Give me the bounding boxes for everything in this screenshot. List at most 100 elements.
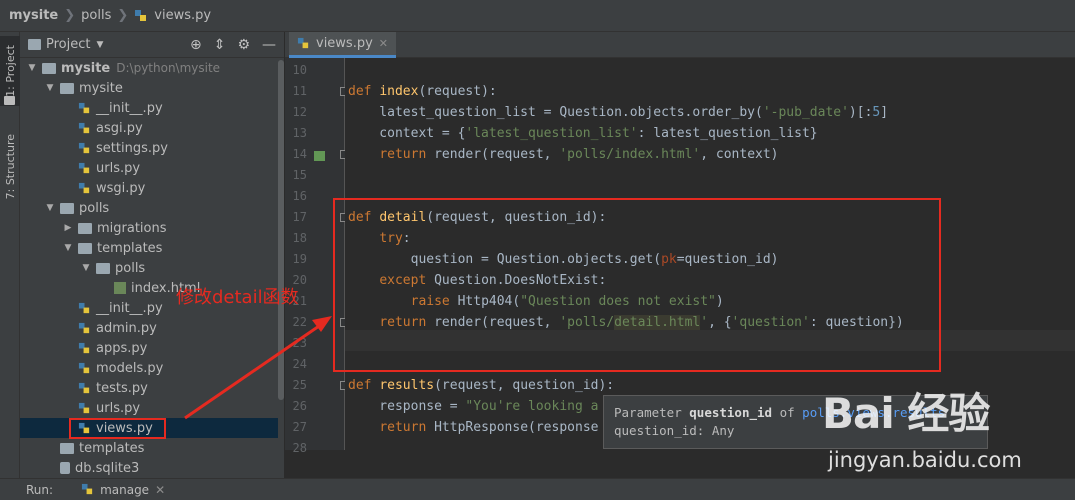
python-file-icon	[78, 102, 90, 113]
tree-item-py[interactable]: admin.py	[20, 318, 278, 338]
close-icon[interactable]: ✕	[379, 37, 388, 50]
chevron-down-icon[interactable]: ▼	[44, 83, 56, 93]
python-file-icon	[78, 322, 90, 333]
python-file-icon	[81, 483, 93, 495]
highlight-box-views-file	[69, 418, 166, 439]
breadcrumb-folder[interactable]: polls	[81, 8, 111, 23]
code-line: context = {'latest_question_list': lates…	[348, 126, 818, 141]
run-config-label: manage	[100, 482, 150, 497]
tab-structure-tool[interactable]: 7: Structure	[0, 122, 20, 212]
tree-item-path: D:\python\mysite	[116, 61, 221, 75]
tree-item-label: asgi.py	[96, 120, 143, 136]
line-number: 11	[292, 84, 307, 98]
tree-item-label: polls	[115, 260, 146, 276]
folder-icon	[78, 242, 92, 254]
baidu-watermark: Bai 经验 jingyan.baidu.com	[822, 380, 1072, 480]
tree-item-py[interactable]: settings.py	[20, 138, 278, 158]
run-label: Run:	[26, 482, 54, 497]
folder-icon	[4, 96, 15, 105]
tree-item-label: settings.py	[96, 140, 168, 156]
chevron-down-icon[interactable]: ▼	[80, 263, 92, 273]
chevron-down-icon[interactable]: ▼	[26, 63, 38, 73]
tree-item-py[interactable]: __init__.py	[20, 98, 278, 118]
line-number: 19	[292, 252, 307, 266]
tree-item-folder[interactable]: ▼ templates	[20, 238, 278, 258]
tree-item-db[interactable]: db.sqlite3	[20, 458, 278, 478]
python-file-icon	[78, 142, 90, 153]
tree-item-label: models.py	[96, 360, 164, 376]
project-panel-tools: ⊕ ⇕ ⚙ —	[190, 37, 276, 53]
tree-item-py[interactable]: tests.py	[20, 378, 278, 398]
tab-views-py[interactable]: views.py ✕	[289, 32, 397, 58]
python-file-icon	[78, 302, 90, 313]
python-file-icon	[78, 182, 90, 193]
tree-item-label: templates	[79, 440, 145, 456]
annotation-text: 修改detail函数	[176, 287, 299, 308]
python-file-icon	[78, 402, 90, 413]
locate-file-icon[interactable]: ⊕	[190, 37, 202, 53]
tree-item-label: polls	[79, 200, 110, 216]
line-number: 23	[292, 336, 307, 350]
python-file-icon	[78, 362, 90, 373]
chevron-down-icon[interactable]: ▼	[62, 243, 74, 253]
tool-window-stripe: 1: Project 7: Structure	[0, 32, 20, 478]
tree-item-py[interactable]: models.py	[20, 358, 278, 378]
tree-item-py[interactable]: urls.py	[20, 158, 278, 178]
line-number: 16	[292, 189, 307, 203]
line-number: 14	[292, 147, 307, 161]
line-number: 24	[292, 357, 307, 371]
tree-item-py[interactable]: apps.py	[20, 338, 278, 358]
tree-item-label: mysite	[79, 80, 123, 96]
python-file-icon	[78, 382, 90, 393]
line-number: 28	[292, 441, 307, 455]
tree-item-label: mysite	[61, 60, 111, 76]
tree-item-folder[interactable]: ▼ polls	[20, 198, 278, 218]
tree-item-folder[interactable]: ▶ migrations	[20, 218, 278, 238]
line-number: 22	[292, 315, 307, 329]
code-line: latest_question_list = Question.objects.…	[348, 105, 889, 120]
project-panel-title[interactable]: Project	[46, 37, 90, 52]
tab-label: views.py	[316, 36, 373, 51]
tree-item-folder[interactable]: ▼ mysite	[20, 78, 278, 98]
code-line: return HttpResponse(response	[379, 420, 599, 435]
tree-item-label: tests.py	[96, 380, 148, 396]
tree-item-py[interactable]: wsgi.py	[20, 178, 278, 198]
breadcrumb-project[interactable]: mysite	[9, 8, 58, 23]
line-number: 25	[292, 378, 307, 392]
html-template-marker-icon[interactable]	[314, 151, 325, 161]
chevron-down-icon[interactable]: ▼	[96, 40, 103, 50]
run-config-tab[interactable]: manage ✕	[81, 483, 165, 497]
tree-item-label: __init__.py	[96, 300, 163, 316]
highlight-box-detail-function	[333, 198, 941, 372]
tree-item-folder[interactable]: templates	[20, 438, 278, 458]
python-file-icon	[135, 9, 147, 21]
breadcrumb-separator-icon: ❯	[117, 8, 129, 23]
breadcrumb-separator-icon: ❯	[64, 8, 76, 23]
line-number: 17	[292, 210, 307, 224]
folder-icon	[42, 62, 56, 74]
tree-item-py[interactable]: urls.py	[20, 398, 278, 418]
python-file-icon	[297, 37, 309, 49]
line-number: 10	[292, 63, 307, 77]
folder-icon	[96, 262, 110, 274]
hide-panel-icon[interactable]: —	[262, 37, 276, 53]
gear-icon[interactable]: ⚙	[237, 37, 250, 53]
chevron-down-icon[interactable]: ▼	[44, 203, 56, 213]
close-icon[interactable]: ✕	[155, 483, 165, 497]
structure-tool-label: 7: Structure	[3, 134, 17, 200]
chevron-right-icon[interactable]: ▶	[62, 223, 74, 233]
line-number: 12	[292, 105, 307, 119]
line-number: 26	[292, 399, 307, 413]
line-number: 18	[292, 231, 307, 245]
python-file-icon	[78, 122, 90, 133]
breadcrumb-file[interactable]: views.py	[154, 8, 211, 23]
python-file-icon	[78, 162, 90, 173]
project-scrollbar[interactable]	[278, 60, 284, 400]
tree-item-folder[interactable]: ▼ polls	[20, 258, 278, 278]
tree-item-py[interactable]: asgi.py	[20, 118, 278, 138]
collapse-all-icon[interactable]: ⇕	[214, 37, 226, 53]
tree-item-folder[interactable]: ▼ mysite D:\python\mysite	[20, 58, 278, 78]
run-tool-bar: Run: manage ✕	[0, 478, 1075, 500]
tooltip-prefix: Parameter	[614, 405, 690, 420]
breadcrumb: mysite ❯ polls ❯ views.py	[0, 0, 1075, 32]
